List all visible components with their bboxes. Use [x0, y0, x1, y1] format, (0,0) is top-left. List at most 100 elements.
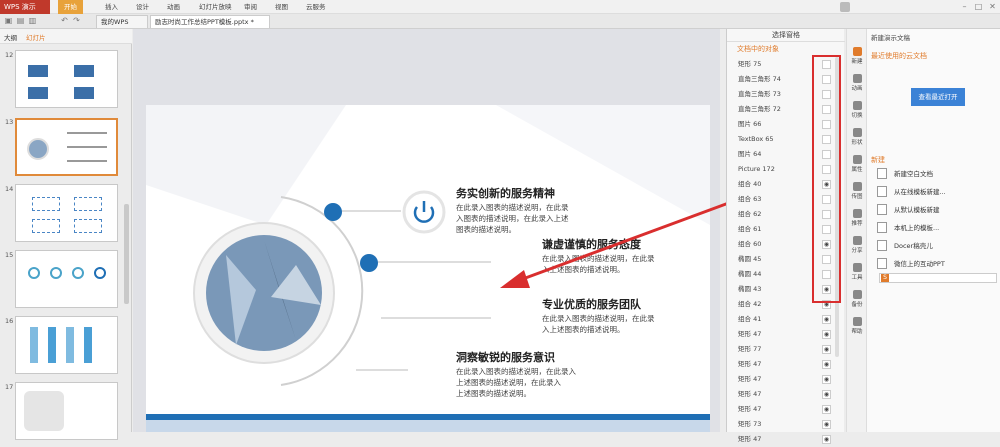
visibility-toggle-icon[interactable]: ◉	[822, 300, 831, 309]
visibility-toggle-icon[interactable]: ◉	[822, 315, 831, 324]
object-label: Picture 172	[738, 165, 775, 173]
object-row[interactable]: 矩形 47 ◉	[738, 357, 833, 372]
visibility-toggle-icon[interactable]: ◉	[822, 180, 831, 189]
sidebar-item[interactable]: 推荐	[848, 209, 866, 227]
object-label: 椭圆 45	[738, 255, 762, 263]
sidebar-label: 动画	[851, 86, 863, 92]
visibility-toggle-icon[interactable]	[822, 105, 831, 114]
visibility-toggle-icon[interactable]	[822, 270, 831, 279]
visibility-toggle-icon[interactable]	[822, 210, 831, 219]
visibility-toggle-icon[interactable]: ◉	[822, 375, 831, 384]
sidebar-item[interactable]: 切换	[848, 101, 866, 119]
object-row[interactable]: 直角三角形 74	[738, 72, 833, 87]
visibility-toggle-icon[interactable]: ◉	[822, 420, 831, 429]
object-row[interactable]: 组合 60 ◉	[738, 237, 833, 252]
object-row[interactable]: 矩形 73 ◉	[738, 417, 833, 432]
object-row[interactable]: 图片 66	[738, 117, 833, 132]
open-recent-button[interactable]: 查看最近打开	[911, 88, 965, 106]
visibility-toggle-icon[interactable]	[822, 135, 831, 144]
object-row[interactable]: 组合 41 ◉	[738, 312, 833, 327]
visibility-toggle-icon[interactable]	[822, 150, 831, 159]
object-label: 椭圆 43	[738, 285, 762, 293]
object-label: 直角三角形 73	[738, 90, 781, 98]
object-label: 组合 40	[738, 180, 762, 188]
new-panel-title: 新建演示文稿	[871, 34, 910, 42]
object-label: TextBox 65	[738, 135, 774, 143]
sidebar-icon	[852, 101, 862, 110]
visibility-toggle-icon[interactable]: ◉	[822, 390, 831, 399]
object-row[interactable]: 矩形 47 ◉	[738, 372, 833, 387]
visibility-toggle-icon[interactable]	[822, 195, 831, 204]
sidebar-item[interactable]: 新建	[848, 47, 866, 65]
visibility-toggle-icon[interactable]	[822, 75, 831, 84]
sidebar-label: 属性	[851, 167, 863, 173]
visibility-toggle-icon[interactable]	[822, 90, 831, 99]
object-row[interactable]: 组合 61	[738, 222, 833, 237]
object-row[interactable]: 组合 63	[738, 192, 833, 207]
sidebar-label: 备份	[851, 302, 863, 308]
object-row[interactable]: 直角三角形 73	[738, 87, 833, 102]
object-label: 矩形 75	[738, 60, 762, 68]
object-row[interactable]: 矩形 47 ◉	[738, 402, 833, 417]
visibility-toggle-icon[interactable]: ◉	[822, 330, 831, 339]
visibility-toggle-icon[interactable]: ◉	[822, 240, 831, 249]
object-row[interactable]: 椭圆 43 ◉	[738, 282, 833, 297]
object-label: 椭圆 44	[738, 270, 762, 278]
object-row[interactable]: 组合 40 ◉	[738, 177, 833, 192]
object-label: 矩形 47	[738, 375, 762, 383]
object-row[interactable]: 组合 62	[738, 207, 833, 222]
visibility-toggle-icon[interactable]	[822, 120, 831, 129]
objects-header: 文档中的对象	[737, 45, 779, 53]
object-label: 矩形 47	[738, 435, 762, 443]
sidebar-item[interactable]: 传图	[848, 182, 866, 200]
recent-cloud-link[interactable]: 最近使用的云文档	[871, 51, 927, 61]
object-label: 组合 62	[738, 210, 762, 218]
object-row[interactable]: 矩形 77 ◉	[738, 342, 833, 357]
object-row[interactable]: Picture 172	[738, 162, 833, 177]
sidebar-item[interactable]: 分享	[848, 236, 866, 254]
visibility-toggle-icon[interactable]: ◉	[822, 405, 831, 414]
object-label: 直角三角形 72	[738, 105, 781, 113]
object-row[interactable]: 椭圆 44	[738, 267, 833, 282]
object-label: 矩形 73	[738, 420, 762, 428]
selection-scrollbar[interactable]	[835, 57, 839, 357]
visibility-toggle-icon[interactable]	[822, 225, 831, 234]
sidebar-label: 推荐	[851, 221, 863, 227]
object-row[interactable]: 矩形 47 ◉	[738, 327, 833, 342]
object-label: 矩形 47	[738, 330, 762, 338]
object-row[interactable]: 矩形 47 ◉	[738, 432, 833, 447]
object-row[interactable]: 图片 64	[738, 147, 833, 162]
sidebar-label: 分享	[851, 248, 863, 254]
sidebar-item[interactable]: 形状	[848, 128, 866, 146]
visibility-toggle-icon[interactable]	[822, 60, 831, 69]
sidebar-item[interactable]: 属性	[848, 155, 866, 173]
visibility-toggle-icon[interactable]	[822, 255, 831, 264]
sidebar-item[interactable]: 工具	[848, 263, 866, 281]
visibility-toggle-icon[interactable]: ◉	[822, 285, 831, 294]
sidebar-icon	[852, 155, 862, 164]
object-row[interactable]: 组合 42 ◉	[738, 297, 833, 312]
ime-toolbar[interactable]: S	[879, 273, 997, 283]
task-pane-strip: 新建动画切换形状属性传图推荐分享工具备份帮助	[846, 29, 866, 432]
object-row[interactable]: 矩形 47 ◉	[738, 387, 833, 402]
new-section-label: 新建	[871, 156, 885, 164]
object-label: 矩形 47	[738, 390, 762, 398]
sidebar-label: 新建	[851, 59, 863, 65]
sidebar-label: 工具	[851, 275, 863, 281]
object-row[interactable]: 矩形 75	[738, 57, 833, 72]
sidebar-item[interactable]: 动画	[848, 74, 866, 92]
sidebar-item[interactable]: 帮助	[848, 317, 866, 335]
object-row[interactable]: 椭圆 45	[738, 252, 833, 267]
sogou-icon: S	[881, 274, 889, 282]
sidebar-label: 传图	[851, 194, 863, 200]
visibility-toggle-icon[interactable]	[822, 165, 831, 174]
object-row[interactable]: 直角三角形 72	[738, 102, 833, 117]
visibility-toggle-icon[interactable]: ◉	[822, 345, 831, 354]
sidebar-item[interactable]: 备份	[848, 290, 866, 308]
sidebar-icon	[852, 263, 862, 272]
visibility-toggle-icon[interactable]: ◉	[822, 360, 831, 369]
visibility-toggle-icon[interactable]: ◉	[822, 435, 831, 444]
sidebar-icon	[852, 47, 862, 56]
object-row[interactable]: TextBox 65	[738, 132, 833, 147]
object-label: 矩形 47	[738, 405, 762, 413]
